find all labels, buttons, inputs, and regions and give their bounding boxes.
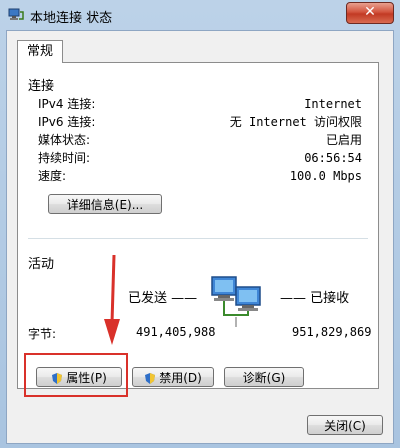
speed-value: 100.0 Mbps	[289, 169, 362, 183]
computers-icon	[211, 276, 261, 327]
duration-value: 06:56:54	[304, 151, 362, 165]
dialog-client-area: 常规 连接 IPv4 连接: Internet IPv6 连接: 无 Inter…	[6, 30, 394, 444]
shield-icon	[145, 373, 156, 384]
duration-label: 持续时间:	[38, 151, 91, 165]
disable-button-label: 禁用(D)	[159, 371, 202, 385]
received-label: —— 已接收	[280, 291, 350, 306]
activity-group-title: 活动	[28, 257, 55, 272]
properties-button[interactable]: 属性(P)	[36, 367, 122, 387]
ipv4-value: Internet	[304, 97, 362, 111]
arrow-down-icon	[104, 254, 120, 345]
close-button[interactable]: 关闭(C)	[307, 415, 383, 435]
ipv6-label: IPv6 连接:	[38, 115, 96, 129]
speed-row: 速度: 100.0 Mbps	[38, 167, 362, 185]
network-connection-icon	[8, 8, 24, 20]
details-button-label: 详细信息(E)...	[66, 198, 144, 212]
media-state-value: 已启用	[325, 133, 362, 147]
general-panel: 连接 IPv4 连接: Internet IPv6 连接: 无 Internet…	[17, 62, 379, 397]
shield-icon	[52, 373, 63, 384]
media-state-label: 媒体状态:	[38, 133, 91, 147]
close-icon: ✕	[364, 4, 376, 20]
bytes-label: 字节:	[28, 327, 57, 341]
tab-general[interactable]: 常规	[17, 40, 63, 63]
bytes-received-value: 951,829,869	[292, 325, 372, 339]
section-divider	[28, 238, 368, 239]
ipv4-label: IPv4 连接:	[38, 97, 96, 111]
title-bar[interactable]: 本地连接 状态 ✕	[0, 0, 400, 30]
window-title: 本地连接 状态	[30, 11, 113, 26]
diagnose-button[interactable]: 诊断(G)	[224, 367, 304, 387]
connection-group-title: 连接	[28, 79, 55, 94]
connection-status-window: 本地连接 状态 ✕ 常规 连接 IPv4 连接: Internet IPv6 连…	[0, 0, 400, 448]
diagnose-button-label: 诊断(G)	[242, 371, 286, 385]
sent-label: 已发送 ——	[128, 291, 198, 306]
close-button-label: 关闭(C)	[324, 419, 366, 433]
details-button[interactable]: 详细信息(E)...	[48, 194, 162, 214]
bytes-sent-value: 491,405,988	[136, 325, 216, 339]
ipv6-row: IPv6 连接: 无 Internet 访问权限	[38, 113, 362, 131]
window-close-button[interactable]: ✕	[346, 2, 394, 24]
disable-button[interactable]: 禁用(D)	[132, 367, 214, 387]
duration-row: 持续时间: 06:56:54	[38, 149, 362, 167]
media-state-row: 媒体状态: 已启用	[38, 131, 362, 149]
speed-label: 速度:	[38, 169, 67, 183]
tab-general-label: 常规	[26, 44, 53, 59]
ipv4-row: IPv4 连接: Internet	[38, 95, 362, 113]
properties-button-label: 属性(P)	[66, 371, 107, 385]
ipv6-value: 无 Internet 访问权限	[229, 115, 362, 129]
